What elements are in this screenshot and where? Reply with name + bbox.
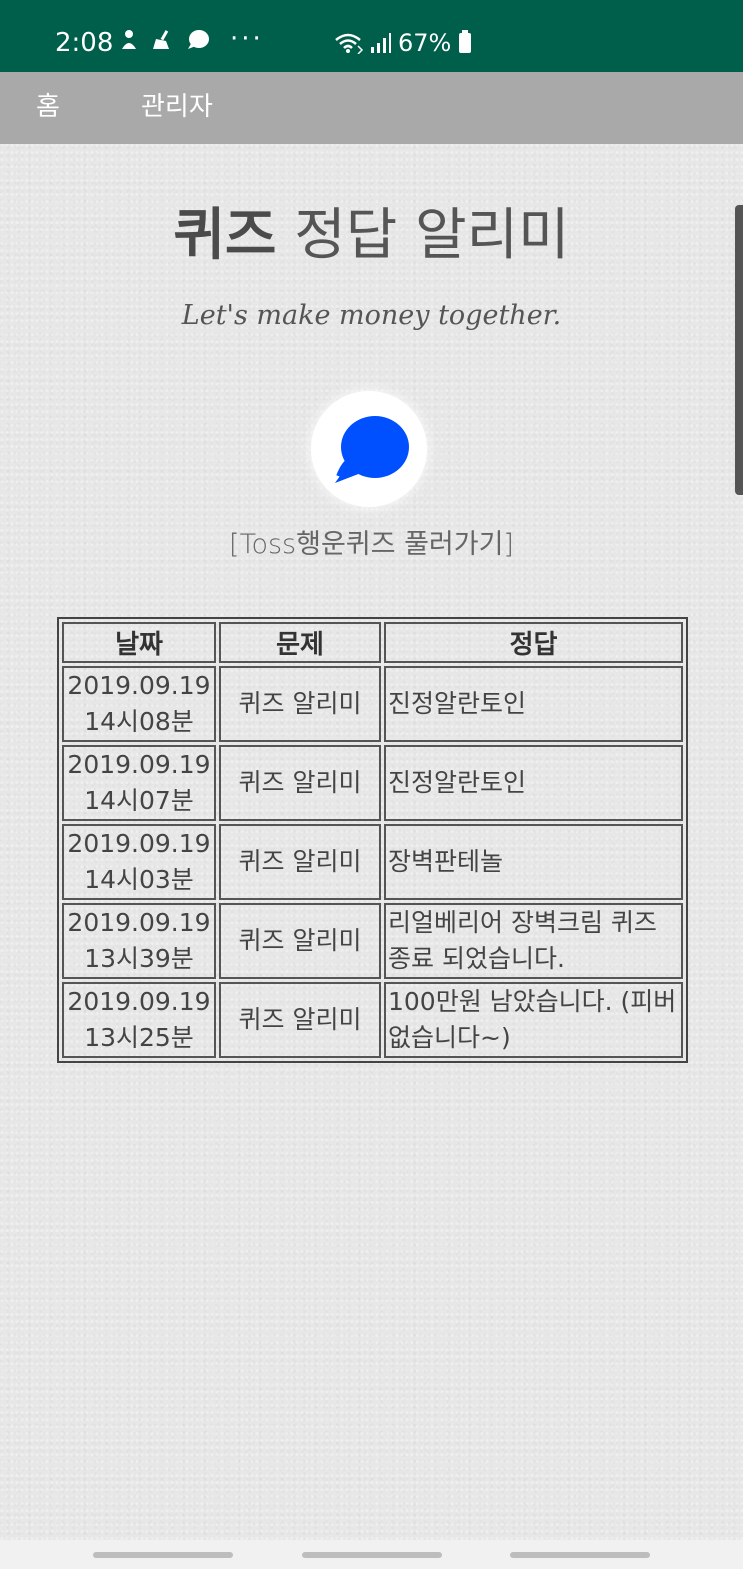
- header-date: 날짜: [62, 622, 216, 663]
- gesture-nav-bar: [0, 1540, 743, 1569]
- cell-date-day: 2019.09.19: [67, 987, 211, 1016]
- cell-date-day: 2019.09.19: [67, 829, 211, 858]
- notification-icons: [120, 29, 210, 51]
- page-title: 퀴즈 정답 알리미: [0, 200, 743, 272]
- quiz-answer-table: 날짜 문제 정답 2019.09.19 14시08분 퀴즈 알리미 진정알란토인…: [57, 617, 688, 1063]
- chat-icon: [188, 30, 209, 49]
- table-row: 2019.09.19 14시03분 퀴즈 알리미 장벽판테놀: [62, 824, 683, 900]
- page-title-rest: 정답 알리미: [276, 203, 570, 268]
- cell-answer: 100만원 남았습니다. (피버 없습니다~): [384, 982, 683, 1058]
- top-nav: 홈 관리자: [0, 72, 743, 144]
- toss-logo-icon: [335, 416, 409, 483]
- cell-answer: 진정알란토인: [384, 666, 683, 742]
- header-quiz: 문제: [219, 622, 381, 663]
- broom-icon: [153, 30, 169, 49]
- back-gesture[interactable]: [510, 1552, 650, 1558]
- person-icon: [122, 30, 136, 49]
- cell-date: 2019.09.19 13시25분: [62, 982, 216, 1058]
- toss-quiz-link[interactable]: [Toss행운퀴즈 풀러가기]: [0, 526, 743, 564]
- nav-home-link[interactable]: 홈: [36, 90, 60, 124]
- table-row: 2019.09.19 13시39분 퀴즈 알리미 리얼베리어 장벽크림 퀴즈 종…: [62, 903, 683, 979]
- battery-percent: 67%: [398, 29, 452, 57]
- cell-date: 2019.09.19 14시08분: [62, 666, 216, 742]
- cell-answer: 장벽판테놀: [384, 824, 683, 900]
- cell-answer: 진정알란토인: [384, 745, 683, 821]
- cell-date-time: 13시39분: [84, 944, 194, 973]
- more-notifications-icon: ···: [230, 24, 264, 54]
- cell-quiz: 퀴즈 알리미: [219, 745, 381, 821]
- recent-apps-gesture[interactable]: [93, 1552, 233, 1558]
- table-row: 2019.09.19 14시08분 퀴즈 알리미 진정알란토인: [62, 666, 683, 742]
- wifi-icon: [335, 33, 364, 54]
- cell-quiz: 퀴즈 알리미: [219, 903, 381, 979]
- status-bar: 2:08 ··· 67%: [0, 0, 743, 72]
- cell-date: 2019.09.19 14시07분: [62, 745, 216, 821]
- table-header-row: 날짜 문제 정답: [62, 622, 683, 663]
- cell-answer: 리얼베리어 장벽크림 퀴즈 종료 되었습니다.: [384, 903, 683, 979]
- header-answer: 정답: [384, 622, 683, 663]
- cell-quiz: 퀴즈 알리미: [219, 982, 381, 1058]
- cell-quiz: 퀴즈 알리미: [219, 824, 381, 900]
- home-gesture[interactable]: [302, 1552, 442, 1558]
- status-time: 2:08: [55, 28, 114, 58]
- page-subtitle: Let's make money together.: [181, 300, 562, 331]
- table-row: 2019.09.19 13시25분 퀴즈 알리미 100만원 남았습니다. (피…: [62, 982, 683, 1058]
- nav-admin-link[interactable]: 관리자: [141, 90, 213, 124]
- table-row: 2019.09.19 14시07분 퀴즈 알리미 진정알란토인: [62, 745, 683, 821]
- cell-date-time: 14시03분: [84, 865, 194, 894]
- cell-date-time: 14시08분: [84, 707, 194, 736]
- cell-date-day: 2019.09.19: [67, 908, 211, 937]
- system-indicators: 67%: [334, 27, 472, 59]
- scrollbar-handle[interactable]: [735, 205, 743, 495]
- cell-date-time: 14시07분: [84, 786, 194, 815]
- toss-logo-button[interactable]: [311, 391, 427, 507]
- cell-date-day: 2019.09.19: [67, 671, 211, 700]
- battery-icon: [459, 30, 472, 53]
- cell-date-time: 13시25분: [84, 1023, 194, 1052]
- cell-quiz: 퀴즈 알리미: [219, 666, 381, 742]
- signal-icon: [371, 33, 391, 53]
- cell-date-day: 2019.09.19: [67, 750, 211, 779]
- cell-date: 2019.09.19 13시39분: [62, 903, 216, 979]
- cell-date: 2019.09.19 14시03분: [62, 824, 216, 900]
- page-title-bold: 퀴즈: [173, 203, 277, 268]
